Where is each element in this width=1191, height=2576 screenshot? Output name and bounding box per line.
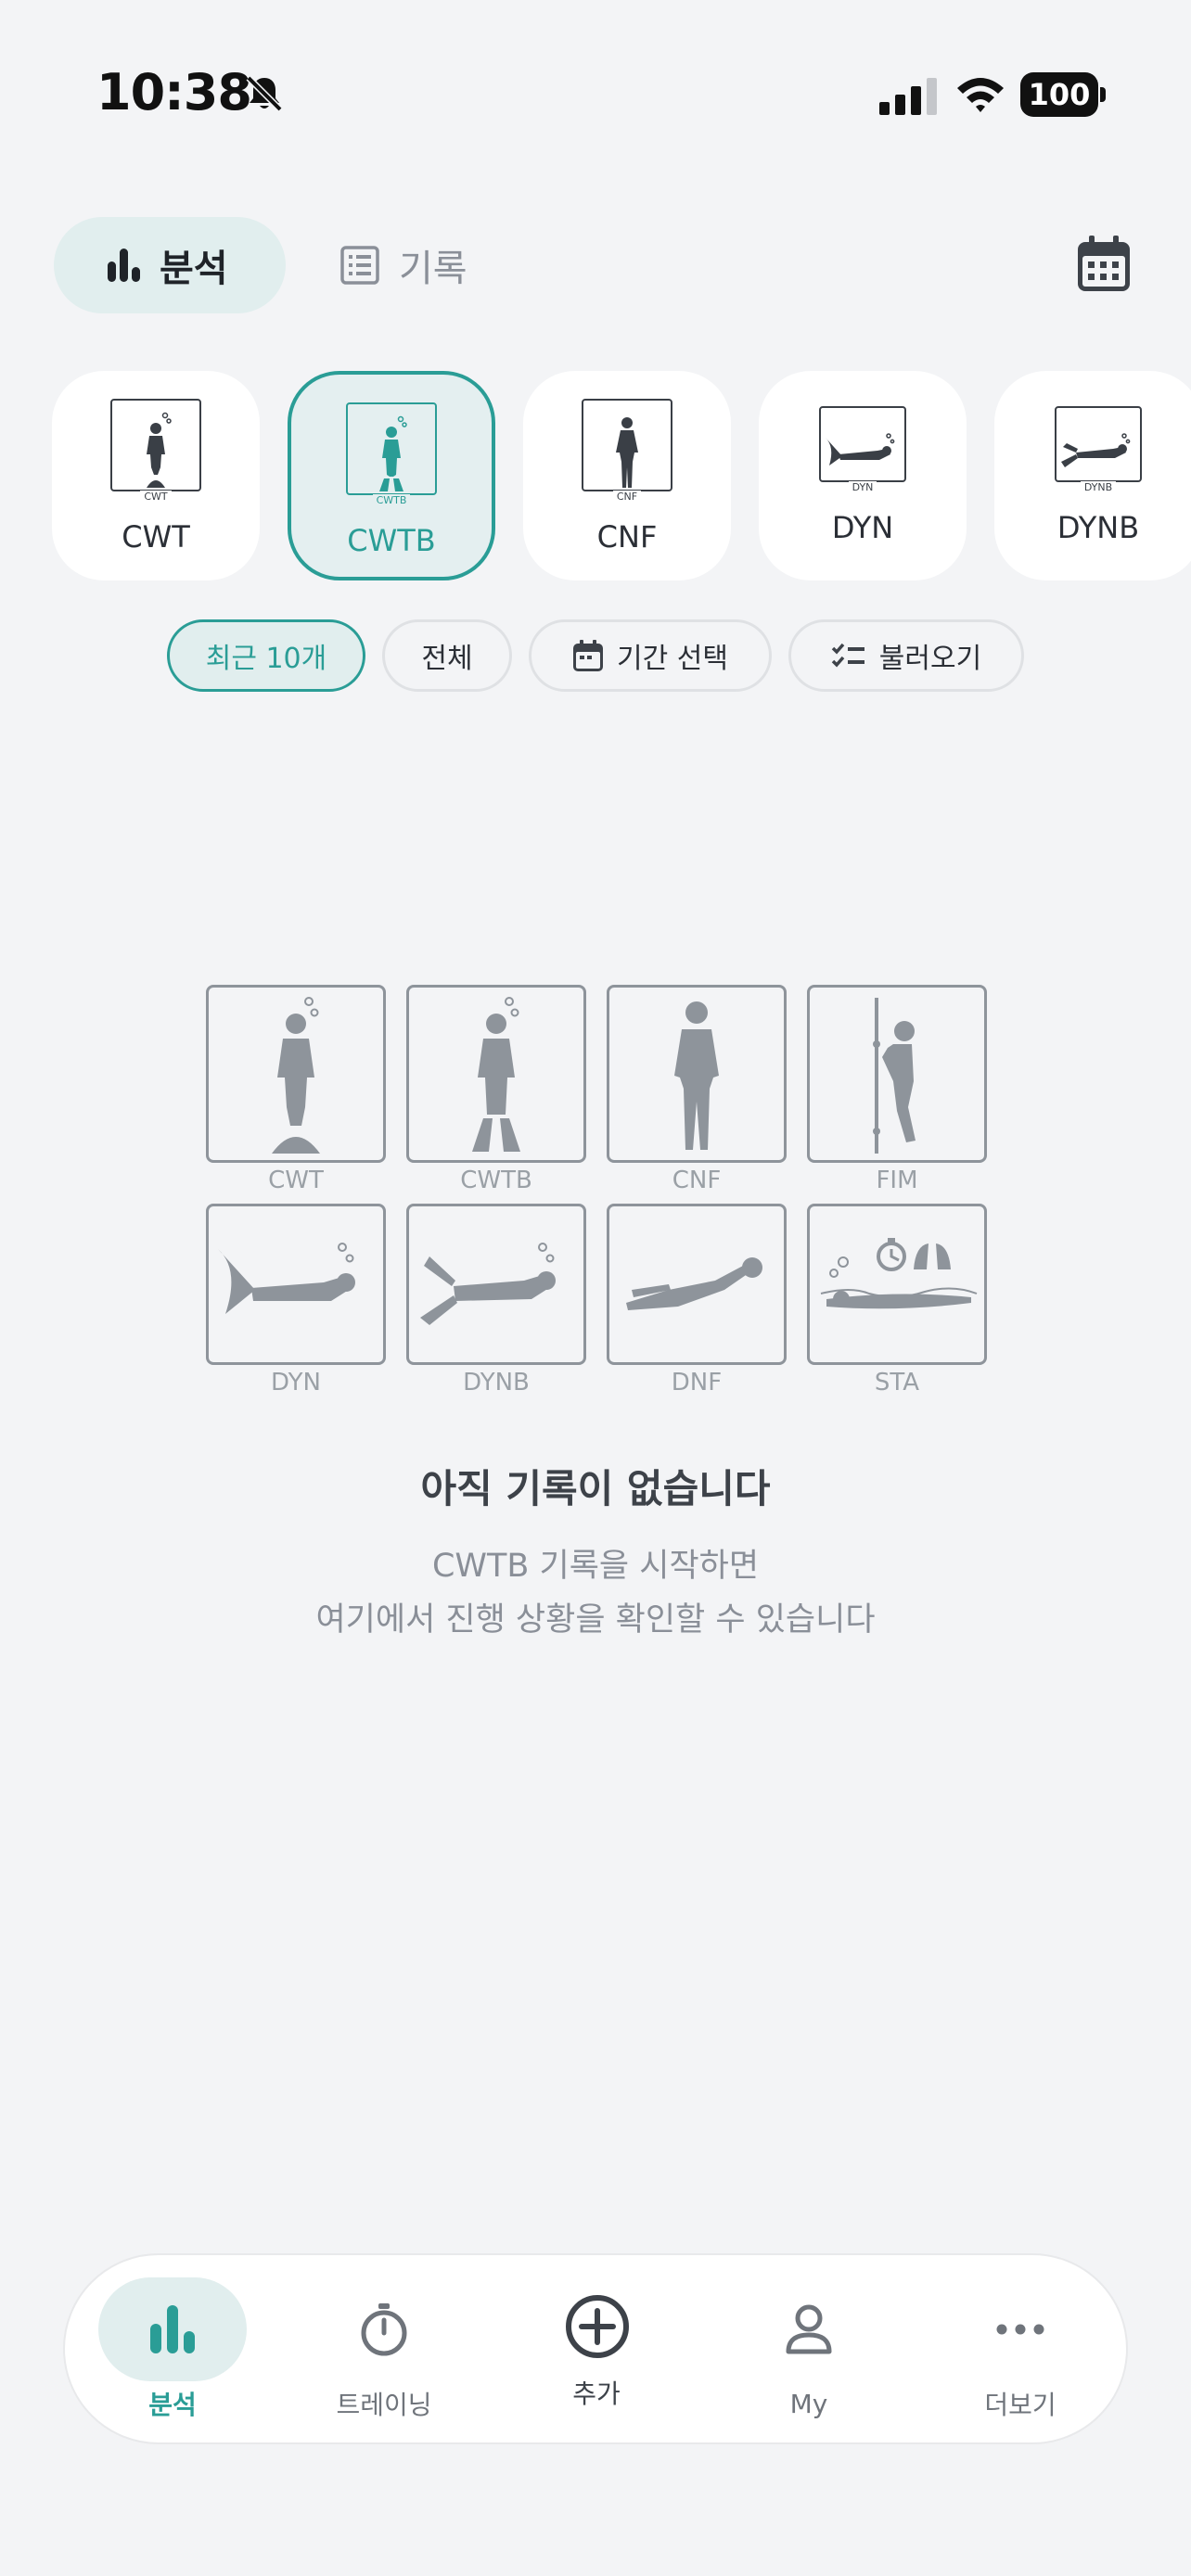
discipline-card-cwt[interactable]: CWT CWT bbox=[52, 371, 260, 580]
swimmer-standing-icon bbox=[616, 417, 638, 488]
diver-horizontal-monofin-icon bbox=[826, 433, 895, 465]
diver-horizontal-bifins-icon bbox=[1061, 433, 1131, 467]
filter-recent-10-chip[interactable]: 최근 10개 bbox=[167, 619, 365, 692]
illustration-caption: DNF bbox=[671, 1369, 723, 1396]
discipline-card-dyn[interactable]: DYN DYN bbox=[759, 371, 967, 580]
illustration-caption: DYN bbox=[271, 1369, 321, 1396]
nav-more[interactable]: 더보기 bbox=[928, 2255, 1113, 2446]
nav-my[interactable]: My bbox=[716, 2255, 902, 2446]
nav-add[interactable]: 추가 bbox=[504, 2255, 689, 2446]
sta-illustration-icon bbox=[807, 1204, 987, 1365]
filter-load-chip[interactable]: 불러오기 bbox=[788, 619, 1024, 692]
diver-monofin-icon bbox=[147, 412, 172, 488]
cwt-thumbnail-icon: CWT bbox=[110, 399, 201, 503]
cwt-illustration-icon bbox=[206, 985, 386, 1163]
filter-load-label: 불러오기 bbox=[878, 643, 982, 675]
filter-all-chip[interactable]: 전체 bbox=[382, 619, 512, 692]
dyn-illustration-icon bbox=[206, 1204, 386, 1365]
cnf-illustration-icon bbox=[607, 985, 787, 1163]
illustration-caption: STA bbox=[874, 1369, 920, 1396]
illustration-dyn: DYN bbox=[206, 1204, 386, 1396]
empty-state-description-line1: CWTB 기록을 시작하면 bbox=[431, 1548, 760, 1585]
empty-state-title: 아직 기록이 없습니다 bbox=[420, 1466, 771, 1511]
cwtb-thumbnail-icon: CWTB bbox=[346, 402, 437, 506]
filter-all-label: 전체 bbox=[421, 643, 473, 675]
discipline-card-cnf[interactable]: CNF CNF bbox=[523, 371, 731, 580]
status-time: 10:38 bbox=[96, 63, 252, 121]
battery-indicator: 100 bbox=[1020, 72, 1106, 117]
illustration-caption: CNF bbox=[672, 1167, 722, 1194]
filter-period-chip[interactable]: 기간 선택 bbox=[529, 619, 772, 692]
empty-state-description-line2: 여기에서 진행 상황을 확인할 수 있습니다 bbox=[315, 1601, 876, 1639]
discipline-card-cwtb[interactable]: CWTB CWTB bbox=[288, 371, 495, 580]
illustration-cnf: CNF bbox=[607, 985, 787, 1194]
cellular-signal-icon bbox=[879, 78, 937, 115]
calendar-icon[interactable] bbox=[1076, 234, 1132, 293]
cnf-thumbnail-caption: CNF bbox=[612, 491, 642, 503]
checklist-icon bbox=[831, 643, 864, 668]
wifi-icon bbox=[957, 78, 1004, 112]
cwtb-illustration-icon bbox=[406, 985, 586, 1163]
bell-off-icon bbox=[246, 75, 283, 112]
dnf-illustration-icon bbox=[607, 1204, 787, 1365]
calendar-small-icon bbox=[573, 640, 604, 671]
illustration-dnf: DNF bbox=[607, 1204, 787, 1396]
battery-level: 100 bbox=[1020, 72, 1098, 117]
discipline-card-list[interactable]: CWT CWT CWTB CWTB CNF CNF DYN DYN DYNB D… bbox=[52, 371, 1191, 584]
illustration-cwtb: CWTB bbox=[406, 985, 586, 1194]
cnf-thumbnail-icon: CNF bbox=[582, 399, 672, 503]
illustration-fim: FIM bbox=[807, 985, 987, 1194]
nav-training[interactable]: 트레이닝 bbox=[291, 2255, 477, 2446]
nav-analysis[interactable]: 분석 bbox=[80, 2255, 265, 2446]
illustration-caption: CWT bbox=[268, 1167, 324, 1194]
list-icon bbox=[340, 246, 379, 285]
bottom-navigation-bar: 분석 트레이닝 추가 My 더보기 bbox=[63, 2253, 1128, 2444]
diver-bifins-icon bbox=[379, 415, 407, 491]
nav-my-label: My bbox=[789, 2389, 828, 2419]
record-tab[interactable]: 기록 bbox=[339, 217, 525, 313]
dyn-thumbnail-icon: DYN bbox=[819, 406, 906, 493]
record-tab-label: 기록 bbox=[399, 248, 467, 290]
dyn-thumbnail-caption: DYN bbox=[848, 481, 877, 493]
nav-more-label: 더보기 bbox=[984, 2390, 1057, 2420]
filter-period-label: 기간 선택 bbox=[617, 643, 728, 675]
fim-illustration-icon bbox=[807, 985, 987, 1163]
cwtb-thumbnail-caption: CWTB bbox=[372, 494, 411, 506]
filter-recent-label: 최근 10개 bbox=[205, 643, 327, 675]
status-bar: 10:38 100 bbox=[0, 0, 1191, 185]
battery-tip bbox=[1100, 87, 1106, 102]
bar-chart-icon bbox=[108, 249, 140, 282]
illustration-caption: DYNB bbox=[463, 1369, 530, 1396]
illustration-caption: FIM bbox=[876, 1167, 918, 1194]
analysis-tab[interactable]: 분석 bbox=[54, 217, 286, 313]
discipline-card-label: CNF bbox=[596, 519, 658, 555]
dynb-thumbnail-caption: DYNB bbox=[1080, 481, 1117, 493]
discipline-card-dynb[interactable]: DYNB DYNB bbox=[994, 371, 1191, 580]
nav-training-label: 트레이닝 bbox=[336, 2390, 432, 2420]
nav-add-label: 추가 bbox=[572, 2378, 621, 2409]
bar-chart-icon bbox=[150, 2305, 195, 2353]
cwt-thumbnail-caption: CWT bbox=[140, 491, 172, 503]
plus-circle-icon bbox=[566, 2295, 629, 2358]
discipline-card-label: CWTB bbox=[347, 523, 436, 558]
person-icon bbox=[786, 2304, 832, 2354]
dynb-illustration-icon bbox=[406, 1204, 586, 1365]
analysis-tab-label: 분석 bbox=[160, 248, 228, 290]
illustration-dynb: DYNB bbox=[406, 1204, 586, 1396]
more-dots-icon bbox=[996, 2324, 1044, 2335]
discipline-card-label: DYNB bbox=[1057, 510, 1140, 545]
illustration-caption: CWTB bbox=[460, 1167, 532, 1194]
dynb-thumbnail-icon: DYNB bbox=[1055, 406, 1142, 493]
stopwatch-icon bbox=[361, 2303, 407, 2356]
discipline-card-label: DYN bbox=[831, 510, 894, 545]
discipline-card-label: CWT bbox=[122, 519, 190, 555]
illustration-sta: STA bbox=[807, 1204, 987, 1396]
illustration-cwt: CWT bbox=[206, 985, 386, 1194]
nav-analysis-label: 분석 bbox=[148, 2390, 197, 2420]
